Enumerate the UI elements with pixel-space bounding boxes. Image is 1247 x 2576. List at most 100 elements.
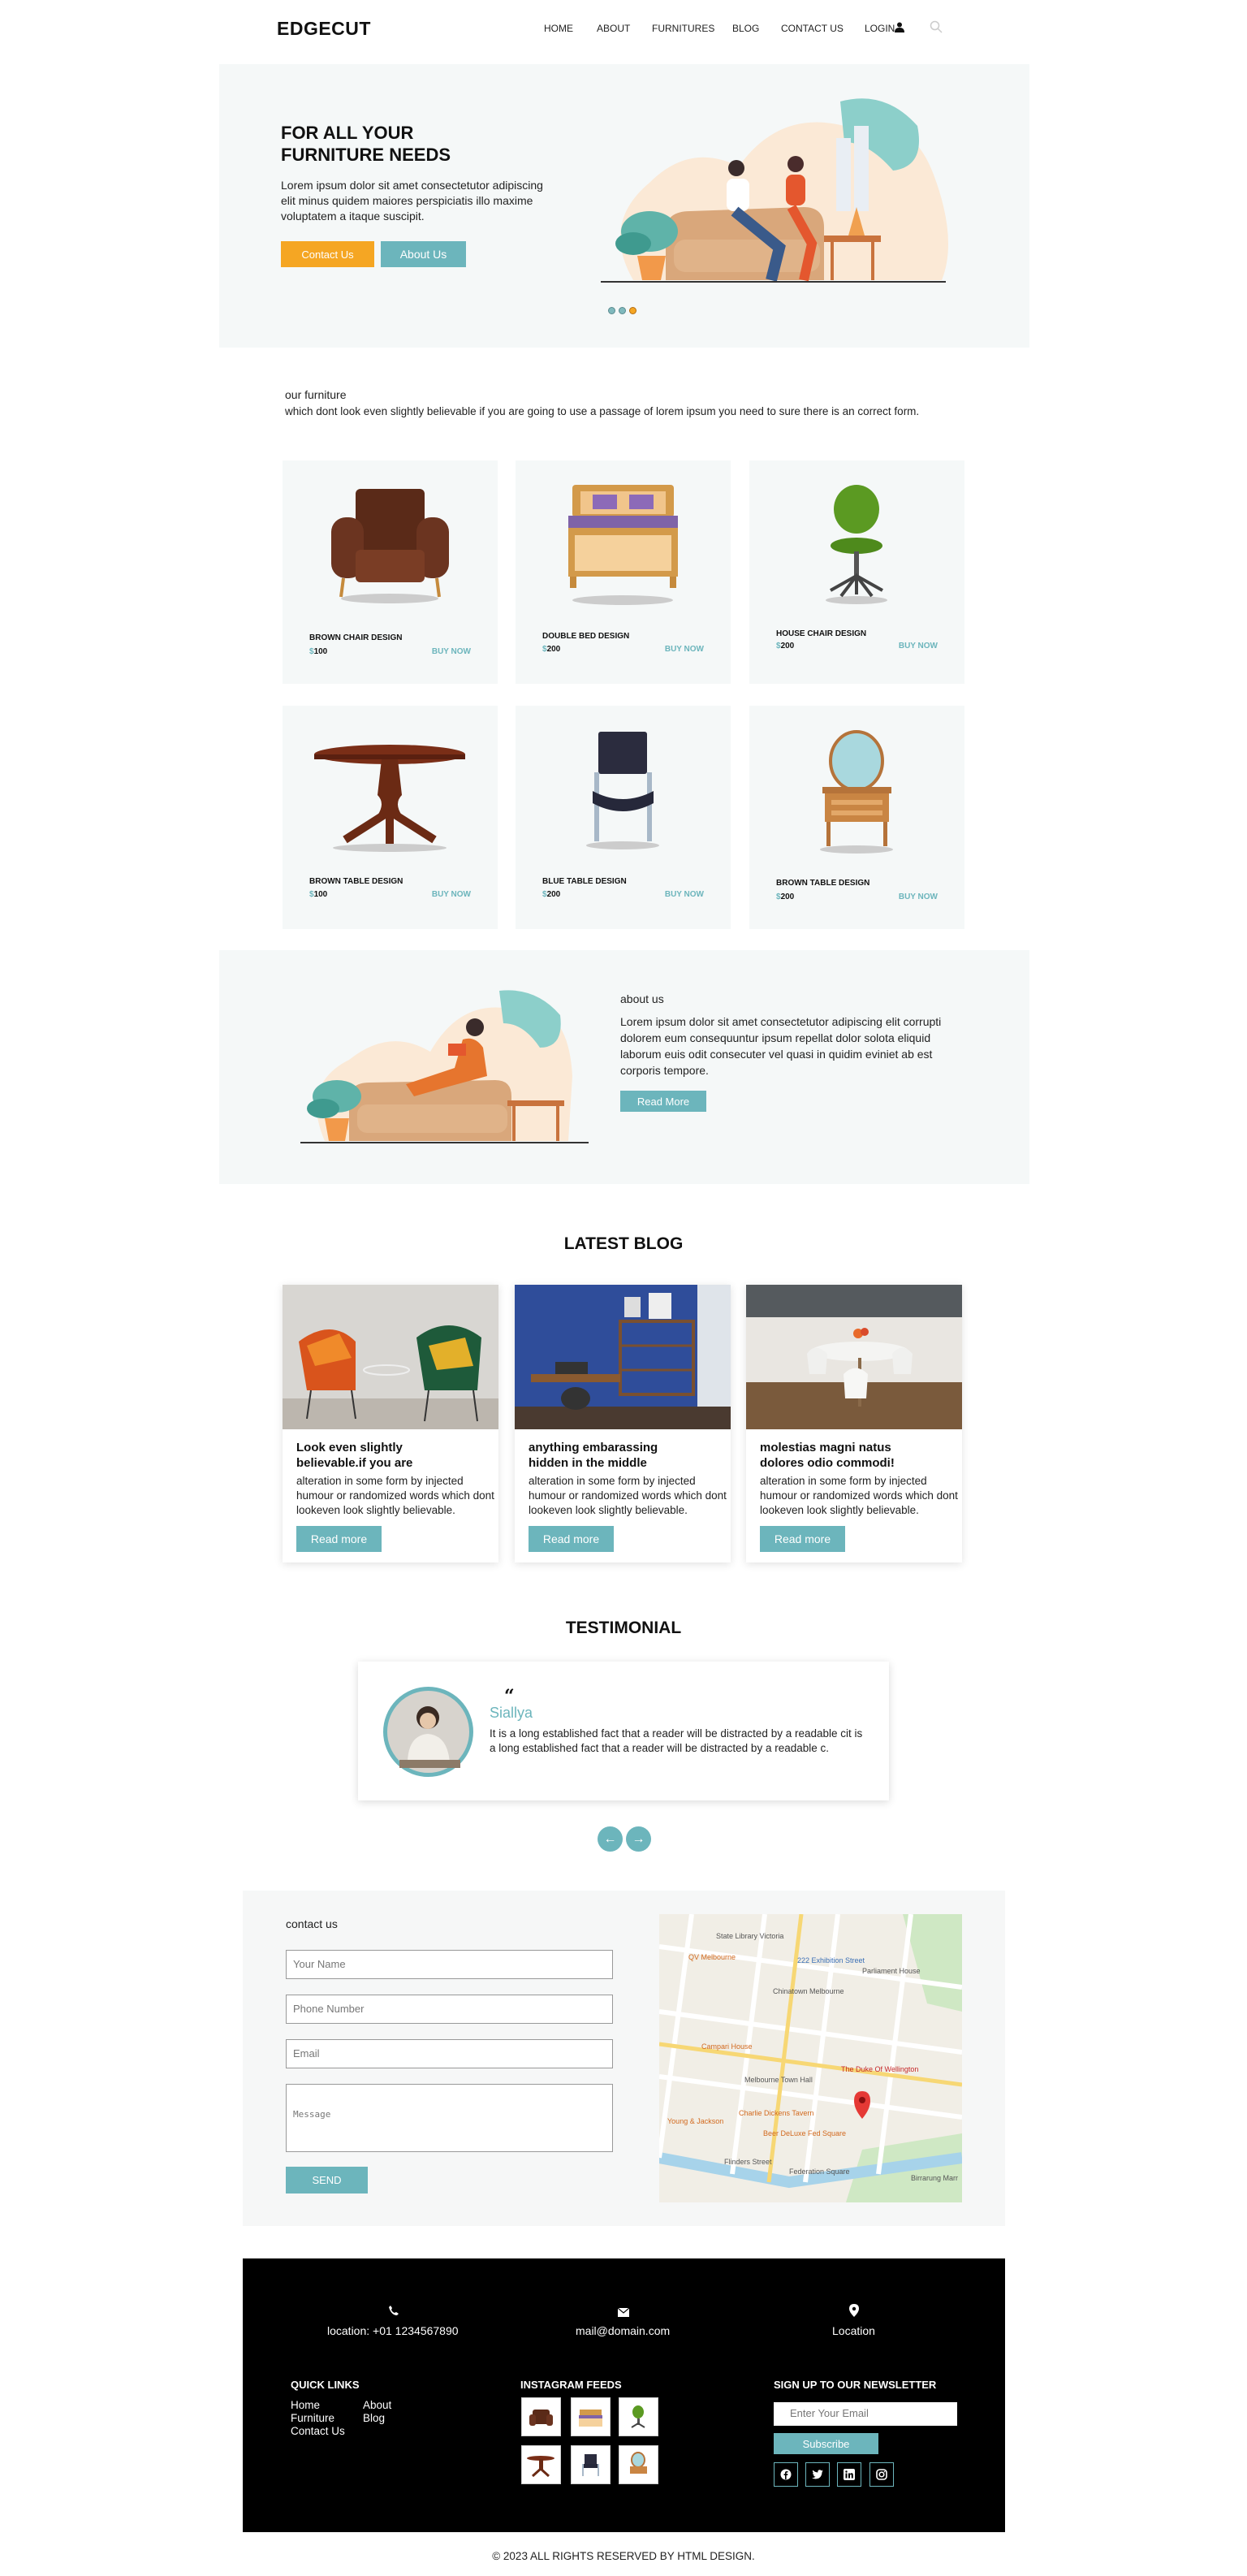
- instagram-title: INSTAGRAM FEEDS: [520, 2379, 622, 2391]
- product-name: HOUSE CHAIR DESIGN: [776, 629, 867, 638]
- next-arrow-button[interactable]: →: [626, 1826, 651, 1852]
- instagram-thumb[interactable]: [619, 2445, 658, 2484]
- blog-title[interactable]: anything embarassing hidden in the middl…: [529, 1440, 715, 1471]
- testimonial-card: “ Siallya It is a long established fact …: [358, 1662, 889, 1800]
- blog-read-more-button[interactable]: Read more: [529, 1526, 614, 1552]
- blog-card[interactable]: anything embarassing hidden in the middl…: [515, 1285, 731, 1562]
- phone-input[interactable]: Phone Number: [286, 1995, 613, 2024]
- slider-dot-2[interactable]: [619, 307, 626, 314]
- hero-text: Lorem ipsum dolor sit amet consectetutor…: [281, 179, 543, 223]
- read-more-button[interactable]: Read More: [620, 1091, 706, 1112]
- map[interactable]: State Library Victoria QV Melbourne 222 …: [659, 1914, 962, 2202]
- blog-image-office: [515, 1285, 731, 1429]
- buy-now-link[interactable]: BUY NOW: [899, 893, 938, 901]
- nav-home[interactable]: HOME: [544, 23, 573, 34]
- instagram-thumb[interactable]: [521, 2397, 561, 2436]
- name-input[interactable]: Your Name: [286, 1950, 613, 1979]
- nav-blog[interactable]: BLOG: [732, 23, 759, 34]
- twitter-icon[interactable]: [805, 2462, 830, 2487]
- product-price: $200: [776, 642, 794, 650]
- furniture-heading: our furniture: [285, 388, 347, 401]
- about-text: Lorem ipsum dolor sit amet consectetutor…: [620, 1015, 942, 1077]
- blue-chair-image: [586, 732, 659, 849]
- blog-card[interactable]: Look even slightly believable.if you are…: [283, 1285, 498, 1562]
- email-input[interactable]: Email: [286, 2039, 613, 2068]
- search-icon[interactable]: [930, 20, 943, 37]
- blog-title[interactable]: Look even slightly believable.if you are: [296, 1440, 483, 1471]
- map-label: Federation Square: [789, 2168, 850, 2176]
- blog-read-more-button[interactable]: Read more: [760, 1526, 845, 1552]
- message-textarea[interactable]: Message: [286, 2084, 613, 2152]
- footer-link-contact[interactable]: Contact Us: [291, 2425, 345, 2438]
- buy-now-link[interactable]: BUY NOW: [665, 890, 704, 899]
- about-illustration: [300, 990, 589, 1143]
- buy-now-link[interactable]: BUY NOW: [432, 647, 471, 656]
- testimonial-heading: TESTIMONIAL: [565, 1619, 682, 1637]
- footer-link-furniture[interactable]: Furniture: [291, 2412, 345, 2425]
- blog-title-line2: dolores odio commodi!: [760, 1456, 895, 1470]
- subscribe-button[interactable]: Subscribe: [774, 2433, 878, 2454]
- blog-image-dining: [746, 1285, 962, 1429]
- product-price: $100: [309, 647, 327, 656]
- phone-icon: [388, 2305, 399, 2320]
- product-name: BROWN TABLE DESIGN: [309, 877, 403, 886]
- blog-title[interactable]: molestias magni natus dolores odio commo…: [760, 1440, 947, 1471]
- product-card[interactable]: HOUSE CHAIR DESIGN $200 BUY NOW: [749, 460, 964, 684]
- quick-links-title: QUICK LINKS: [291, 2379, 360, 2391]
- about-us-button[interactable]: About Us: [381, 241, 466, 267]
- newsletter-email-input[interactable]: Enter Your Email: [774, 2402, 957, 2426]
- blog-read-more-button[interactable]: Read more: [296, 1526, 382, 1552]
- testimonial-name: Siallya: [490, 1705, 533, 1721]
- footer-link-home[interactable]: Home: [291, 2399, 345, 2412]
- instagram-thumb[interactable]: [619, 2397, 658, 2436]
- blog-title-line2: hidden in the middle: [529, 1456, 647, 1470]
- footer-link-about[interactable]: About: [363, 2399, 391, 2412]
- location-icon: [849, 2304, 859, 2321]
- site-logo[interactable]: EDGECUT: [277, 18, 371, 40]
- contact-us-button[interactable]: Contact Us: [281, 241, 374, 267]
- user-icon[interactable]: [895, 22, 904, 37]
- instagram-thumb[interactable]: [571, 2397, 611, 2436]
- product-card[interactable]: BROWN CHAIR DESIGN $100 BUY NOW: [283, 460, 498, 684]
- product-card[interactable]: BROWN TABLE DESIGN $100 BUY NOW: [283, 706, 498, 929]
- blog-title-line2: believable.if you are: [296, 1456, 413, 1470]
- product-card[interactable]: BROWN TABLE DESIGN $200 BUY NOW: [749, 706, 964, 929]
- map-label: Flinders Street: [724, 2158, 772, 2166]
- map-label: Melbourne Town Hall: [744, 2076, 813, 2084]
- product-card[interactable]: BLUE TABLE DESIGN $200 BUY NOW: [516, 706, 731, 929]
- footer-link-blog[interactable]: Blog: [363, 2412, 391, 2425]
- footer-email[interactable]: mail@domain.com: [576, 2324, 670, 2337]
- footer-location[interactable]: Location: [832, 2324, 875, 2337]
- product-name: DOUBLE BED DESIGN: [542, 632, 630, 641]
- product-card[interactable]: DOUBLE BED DESIGN $200 BUY NOW: [516, 460, 731, 684]
- slider-dot-1[interactable]: [608, 307, 615, 314]
- prev-arrow-button[interactable]: ←: [598, 1826, 623, 1852]
- buy-now-link[interactable]: BUY NOW: [432, 890, 471, 899]
- blog-card[interactable]: molestias magni natus dolores odio commo…: [746, 1285, 962, 1562]
- nav-furnitures[interactable]: FURNITURES: [652, 23, 714, 34]
- blog-title-line1: anything embarassing: [529, 1441, 658, 1454]
- facebook-icon[interactable]: [774, 2462, 798, 2487]
- price-value: 200: [546, 890, 561, 899]
- map-label: Beer DeLuxe Fed Square: [763, 2129, 847, 2137]
- instagram-icon[interactable]: [869, 2462, 894, 2487]
- nav-contact-us[interactable]: CONTACT US: [781, 23, 844, 34]
- footer-phone[interactable]: location: +01 1234567890: [327, 2324, 459, 2337]
- slider-dot-3[interactable]: [629, 307, 636, 314]
- send-button[interactable]: SEND: [286, 2167, 368, 2193]
- avatar: [383, 1687, 473, 1777]
- buy-now-link[interactable]: BUY NOW: [665, 645, 704, 654]
- product-name: BROWN TABLE DESIGN: [776, 879, 870, 888]
- product-price: $200: [542, 645, 560, 654]
- instagram-thumb[interactable]: [571, 2445, 611, 2484]
- blog-text: alteration in some form by injected humo…: [529, 1475, 727, 1516]
- quick-links-col2: About Blog: [363, 2399, 391, 2425]
- linkedin-icon[interactable]: [837, 2462, 861, 2487]
- brown-chair-image: [331, 489, 449, 603]
- brown-table-image: [314, 745, 465, 852]
- instagram-thumb[interactable]: [521, 2445, 561, 2484]
- buy-now-link[interactable]: BUY NOW: [899, 642, 938, 650]
- nav-about[interactable]: ABOUT: [597, 23, 630, 34]
- nav-login[interactable]: LOGIN: [865, 23, 895, 34]
- blog-image-chairs: [283, 1285, 498, 1429]
